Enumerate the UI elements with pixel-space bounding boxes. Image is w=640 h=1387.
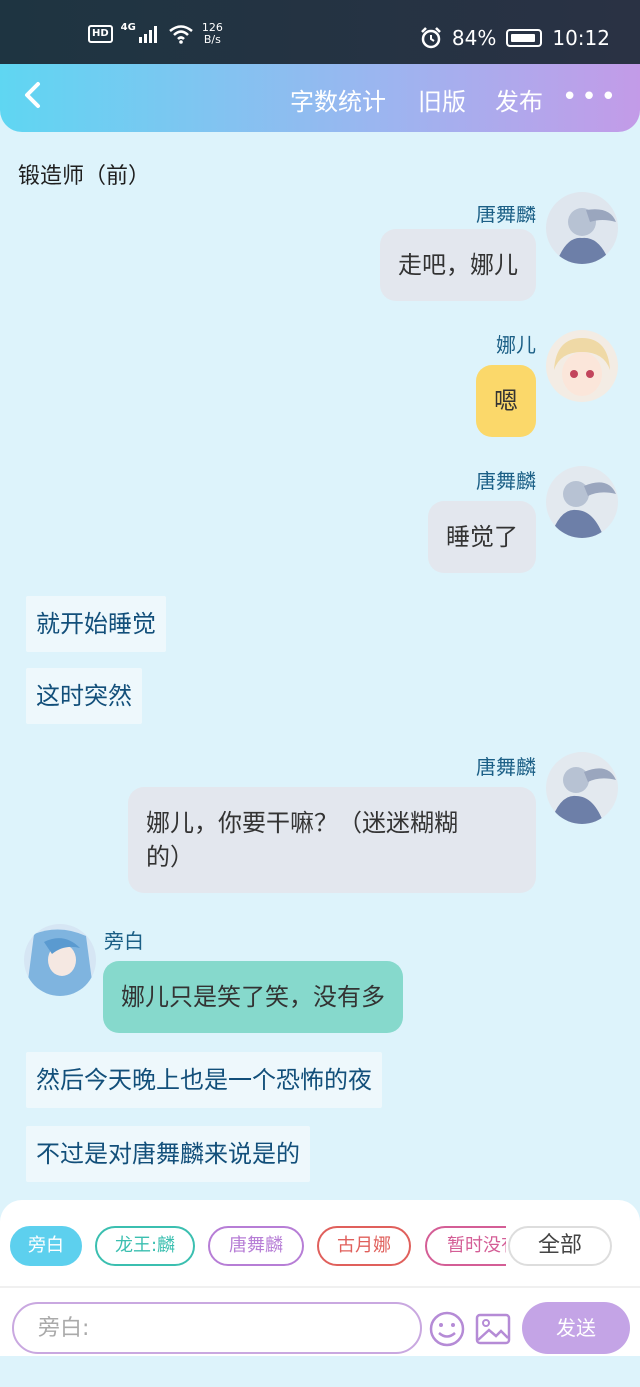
publish-button[interactable]: 发布 <box>495 82 543 117</box>
speed-unit: B/s <box>203 33 221 46</box>
alarm-icon <box>421 27 441 49</box>
message-line: 的） <box>146 843 194 871</box>
avatar[interactable] <box>546 466 618 538</box>
more-options-icon[interactable]: ••• <box>562 84 620 110</box>
narration-text[interactable]: 然后今天晚上也是一个恐怖的夜 <box>26 1052 382 1108</box>
narration-text[interactable]: 这时突然 <box>26 668 142 724</box>
status-bar: HD 4G 126 B/s 84% 10:12 <box>0 0 640 64</box>
speaker-name: 旁白 <box>104 929 144 953</box>
message-bubble[interactable]: 娜儿，你要干嘛？（迷迷糊糊 的） <box>128 787 536 893</box>
speaker-name: 娜儿 <box>496 333 536 357</box>
avatar[interactable] <box>546 752 618 824</box>
network-speed: 126 B/s <box>202 22 223 46</box>
battery-icon <box>506 29 543 47</box>
character-chip[interactable]: 古月娜 <box>317 1226 411 1266</box>
avatar[interactable] <box>546 192 618 264</box>
speaker-name: 唐舞麟 <box>476 202 536 226</box>
app-header: 字数统计 旧版 发布 ••• <box>0 64 640 132</box>
character-chip[interactable]: 唐舞麟 <box>208 1226 304 1266</box>
message-bubble[interactable]: 嗯 <box>476 365 536 437</box>
old-version-button[interactable]: 旧版 <box>418 82 466 117</box>
avatar[interactable] <box>24 924 96 996</box>
status-left: HD 4G 126 B/s <box>88 22 223 46</box>
emoji-icon[interactable] <box>428 1310 466 1348</box>
character-selector[interactable]: 旁白 龙王:麟 唐舞麟 古月娜 暂时没有 <box>10 1226 506 1270</box>
message-bubble[interactable]: 睡觉了 <box>428 501 536 573</box>
narration-text[interactable]: 就开始睡觉 <box>26 596 166 652</box>
network-label: 4G <box>120 22 136 33</box>
bottom-strip <box>0 1356 640 1387</box>
hd-icon: HD <box>88 25 113 43</box>
back-icon[interactable] <box>22 80 42 116</box>
message-line: 娜儿，你要干嘛？（迷迷糊糊 <box>146 809 458 837</box>
message-input[interactable] <box>12 1302 422 1354</box>
character-chip-narrator[interactable]: 旁白 <box>10 1226 82 1266</box>
chapter-title: 锻造师（前） <box>18 164 151 189</box>
status-right: 84% 10:12 <box>420 26 610 50</box>
avatar[interactable] <box>546 330 618 402</box>
narration-text[interactable]: 不过是对唐舞麟来说是的 <box>26 1126 310 1182</box>
battery-percent: 84% <box>451 26 497 50</box>
message-bubble[interactable]: 娜儿只是笑了笑，没有多 <box>103 961 403 1033</box>
chat-area[interactable]: 唐舞麟 走吧，娜儿 娜儿 嗯 唐舞麟 睡觉了 就开始睡觉 这时突然 唐舞麟 娜儿… <box>0 190 640 1200</box>
send-button[interactable]: 发送 <box>522 1302 630 1354</box>
speaker-name: 唐舞麟 <box>476 469 536 493</box>
signal-icon <box>138 26 157 43</box>
clock: 10:12 <box>552 26 610 50</box>
character-chip[interactable]: 暂时没有 <box>425 1226 506 1266</box>
image-icon[interactable] <box>474 1310 512 1348</box>
word-count-button[interactable]: 字数统计 <box>290 82 386 117</box>
message-bubble[interactable]: 走吧，娜儿 <box>380 229 536 301</box>
all-characters-button[interactable]: 全部 <box>508 1226 612 1266</box>
character-chip[interactable]: 龙王:麟 <box>95 1226 195 1266</box>
speaker-name: 唐舞麟 <box>476 755 536 779</box>
divider <box>0 1286 640 1288</box>
wifi-icon <box>169 25 193 44</box>
